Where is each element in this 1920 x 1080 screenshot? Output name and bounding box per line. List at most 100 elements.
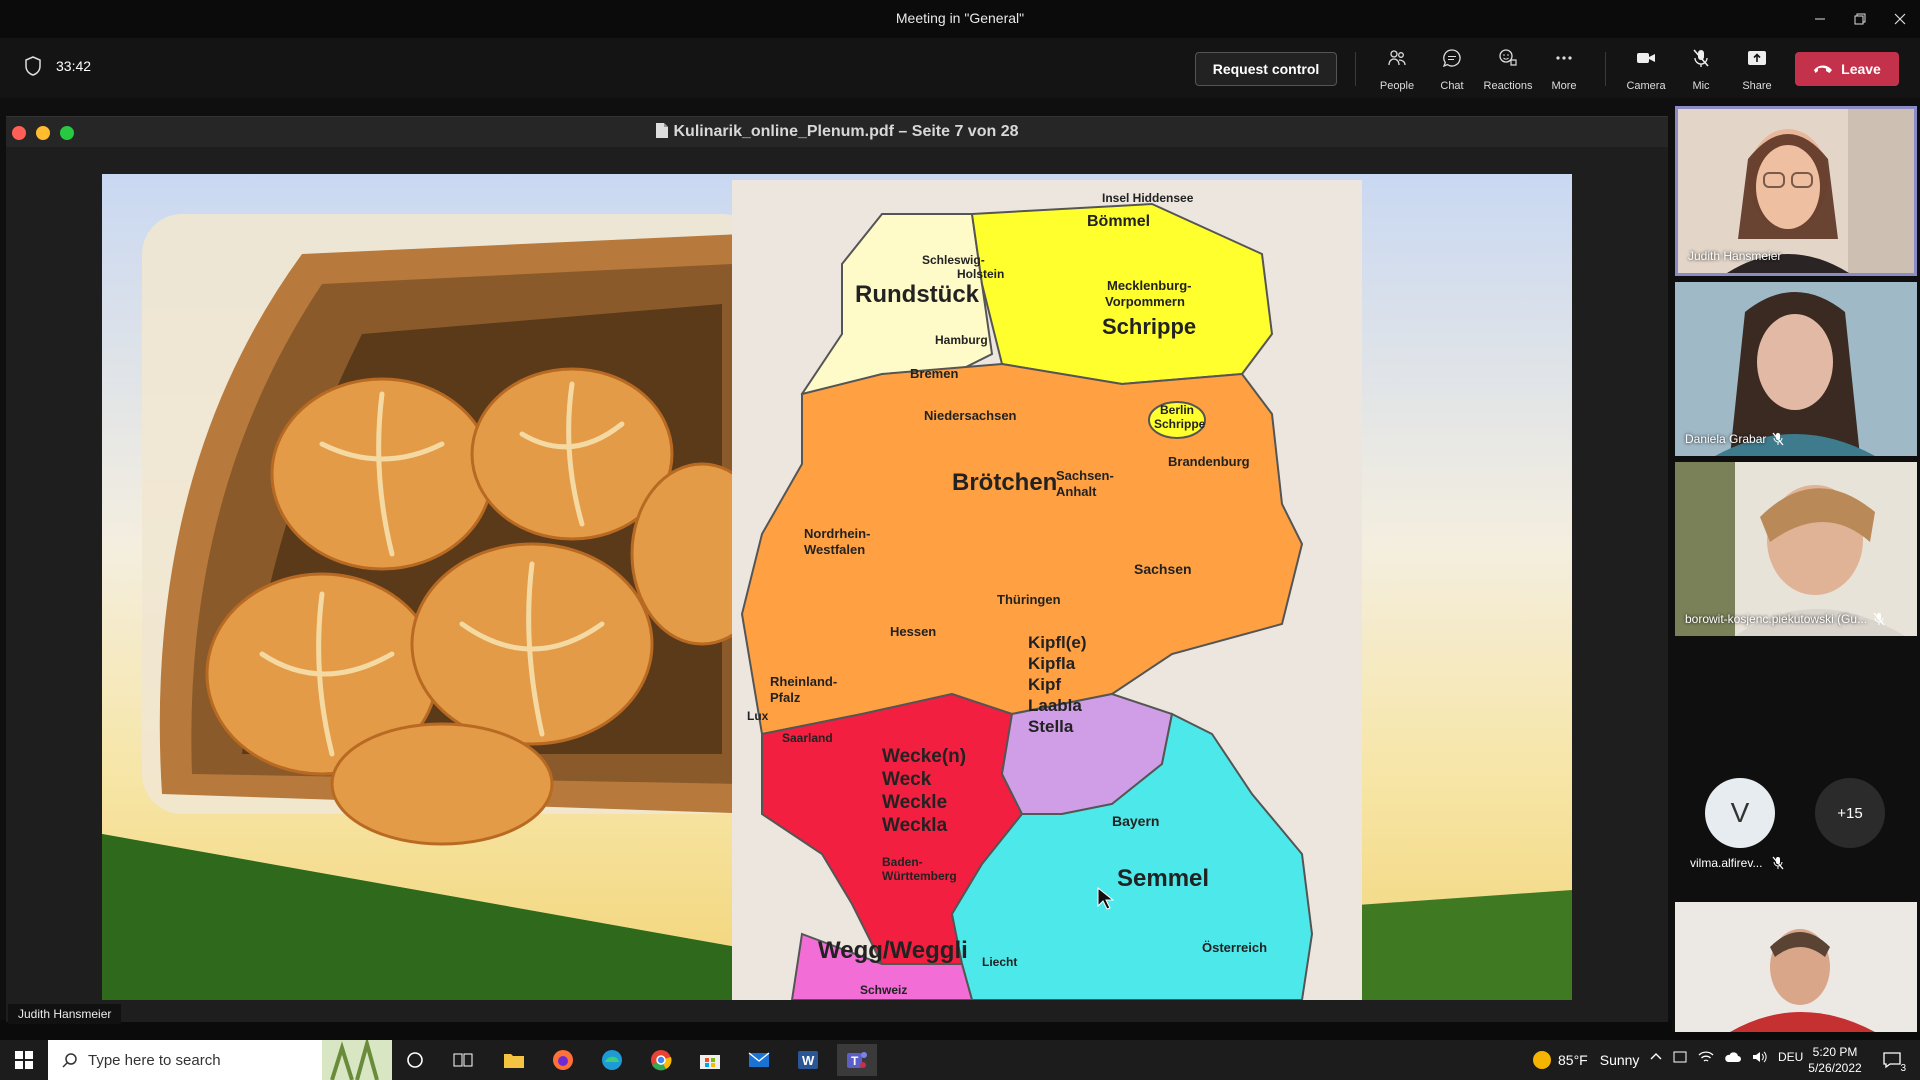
label-kipfl-1: Kipfl(e) [1028, 633, 1087, 652]
notifications-button[interactable]: 3 [1872, 1044, 1912, 1076]
svg-text:T: T [851, 1054, 859, 1068]
file-explorer-button[interactable] [494, 1044, 534, 1076]
window-title: Meeting in "General" [895, 10, 1025, 26]
label-schweiz: Schweiz [860, 983, 907, 997]
mail-button[interactable] [739, 1044, 779, 1076]
label-holstein: Holstein [957, 267, 1004, 281]
label-wecke-4: Weckla [882, 815, 948, 836]
label-kipfl-5: Stella [1028, 717, 1074, 736]
store-icon [700, 1055, 720, 1069]
store-button[interactable] [690, 1044, 730, 1076]
participant-tile[interactable]: Daniela Grabar [1675, 282, 1917, 456]
label-sachsen: Sachsen [1134, 561, 1192, 577]
camera-button[interactable]: Camera [1619, 48, 1673, 92]
search-highlight-icon [322, 1040, 392, 1080]
reactions-button[interactable]: Reactions [1481, 48, 1535, 92]
label-schleswig: Schleswig- [922, 253, 985, 267]
share-button[interactable]: Share [1730, 48, 1784, 92]
teams-button[interactable]: T [837, 1044, 877, 1076]
sun-icon [1533, 1051, 1551, 1069]
edge-button[interactable] [592, 1044, 632, 1076]
clock-time: 5:20 PM [1812, 1045, 1858, 1059]
pdf-document-icon [655, 123, 668, 138]
taskbar-search[interactable]: Type here to search [48, 1040, 392, 1080]
chevron-up-icon[interactable] [1650, 1051, 1662, 1063]
germany-bread-map [732, 180, 1362, 1000]
clock-date: 5/26/2022 [1808, 1061, 1862, 1075]
label-kipfl-4: Laabla [1028, 696, 1082, 715]
chrome-icon [651, 1050, 672, 1071]
chrome-button[interactable] [641, 1044, 681, 1076]
mic-muted-icon [1772, 856, 1784, 870]
chat-label: Chat [1440, 80, 1464, 92]
mic-button[interactable]: Mic [1674, 48, 1728, 92]
leave-button[interactable]: Leave [1795, 52, 1899, 86]
mic-muted-icon [1772, 432, 1784, 446]
notification-count: 3 [1900, 1063, 1906, 1074]
start-button[interactable] [4, 1044, 44, 1076]
divider [1605, 52, 1606, 86]
taskbar: Type here to search W T 85°F Sunny DEU 5… [0, 1040, 1920, 1080]
mic-muted-icon [1873, 612, 1885, 626]
participant-tile-active[interactable]: Judith Hansmeier [1675, 106, 1917, 276]
restore-button[interactable] [1840, 4, 1880, 34]
more-button[interactable]: More [1537, 48, 1591, 92]
cortana-icon [407, 1052, 423, 1068]
shield-icon [25, 56, 41, 76]
timer-text: 33:42 [56, 58, 92, 74]
more-icon [1556, 56, 1572, 60]
label-rundstueck: Rundstück [855, 281, 980, 308]
clock[interactable]: 5:20 PM 5/26/2022 [1800, 1044, 1870, 1076]
volume-icon[interactable] [1752, 1050, 1768, 1064]
overflow-participants-button[interactable]: +15 [1815, 778, 1885, 848]
label-semmel: Semmel [1117, 865, 1209, 892]
task-view-button[interactable] [443, 1044, 483, 1076]
pdf-titlebar: Kulinarik_online_Plenum.pdf – Seite 7 vo… [6, 117, 1668, 147]
share-icon [1748, 51, 1766, 65]
pdf-title: Kulinarik_online_Plenum.pdf – Seite 7 vo… [6, 123, 1668, 141]
cortana-button[interactable] [395, 1044, 435, 1076]
label-berlin: Berlin [1160, 403, 1194, 417]
label-berlin-schrippe: Schrippe [1154, 417, 1206, 431]
hangup-icon [1814, 65, 1833, 73]
device-icon[interactable] [1672, 1050, 1688, 1064]
label-bremen: Bremen [910, 366, 958, 381]
more-label: More [1551, 80, 1577, 92]
close-icon [1894, 13, 1906, 25]
divider [1355, 52, 1356, 86]
meeting-toolbar: 33:42 Request control People Chat Reacti… [0, 38, 1920, 98]
chat-button[interactable]: Chat [1425, 48, 1479, 92]
participant-tile[interactable]: borowit-kosjenc.piekutowski (Gu... [1675, 462, 1917, 636]
word-button[interactable]: W [788, 1044, 828, 1076]
cloud-icon[interactable] [1724, 1050, 1742, 1064]
participant-tile[interactable] [1675, 902, 1917, 1032]
label-niedersachsen: Niedersachsen [924, 408, 1017, 423]
weather-temp: 85°F [1558, 1052, 1588, 1068]
edge-icon [602, 1050, 622, 1070]
participant-video [1675, 282, 1917, 456]
label-wegg: Wegg/Weggli [818, 937, 968, 964]
share-label: Share [1742, 80, 1772, 92]
avatar[interactable]: V [1705, 778, 1775, 848]
system-tray: DEU [1650, 1050, 1803, 1064]
firefox-button[interactable] [543, 1044, 583, 1076]
minimize-button[interactable] [1800, 4, 1840, 34]
label-vorpommern: Vorpommern [1105, 294, 1185, 309]
wifi-icon[interactable] [1698, 1050, 1714, 1064]
request-control-button[interactable]: Request control [1195, 52, 1337, 86]
label-bw-1: Baden- [882, 855, 923, 869]
people-icon [1388, 50, 1406, 66]
people-button[interactable]: People [1370, 48, 1424, 92]
close-button[interactable] [1880, 4, 1920, 34]
label-sachsen-anhalt-1: Sachsen- [1056, 468, 1114, 483]
windows-icon [15, 1051, 33, 1069]
weather-widget[interactable]: 85°F Sunny [1532, 1050, 1639, 1070]
folder-icon [504, 1054, 524, 1068]
mic-muted-icon [1693, 49, 1709, 67]
label-oesterreich: Österreich [1202, 940, 1267, 955]
label-rheinland-2: Pfalz [770, 690, 801, 705]
label-mecklenburg: Mecklenburg- [1107, 278, 1192, 293]
pdf-title-text: Kulinarik_online_Plenum.pdf – Seite 7 vo… [673, 123, 1019, 140]
label-insel: Insel Hiddensee [1102, 191, 1194, 205]
notification-icon [1883, 1052, 1901, 1069]
